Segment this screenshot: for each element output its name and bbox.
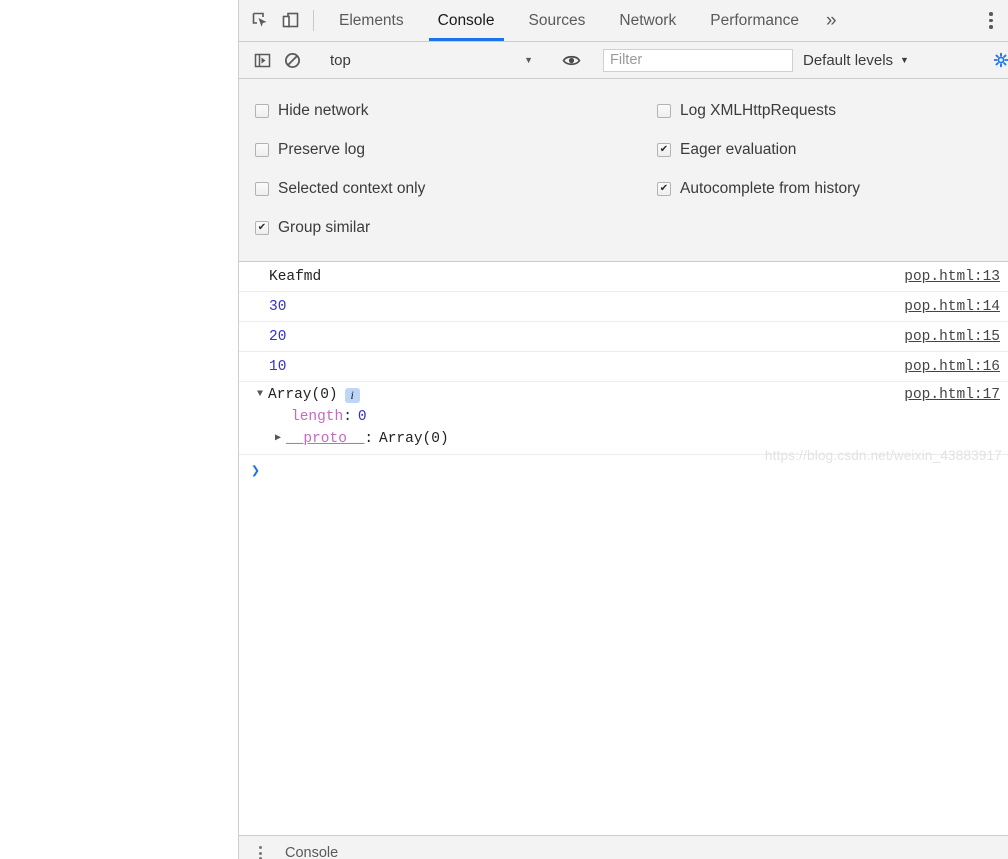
tab-sources-label: Sources (528, 11, 586, 29)
tab-performance[interactable]: Performance (693, 0, 816, 41)
console-settings-pane: Hide network Log XMLHttpRequests Preserv… (239, 79, 1008, 262)
console-object-header: ▼ Array(0) i pop.html:17 (257, 387, 1000, 403)
console-toolbar: top ▼ Default levels ▼ (239, 42, 1008, 79)
tab-performance-label: Performance (710, 11, 799, 29)
drawer-tab-console[interactable]: Console (285, 836, 338, 859)
console-message-row[interactable]: Keafmd pop.html:13 (239, 262, 1008, 292)
console-message-source-link[interactable]: pop.html:15 (892, 329, 1000, 345)
object-property-key: length (291, 409, 344, 425)
live-expression-eye-icon[interactable] (556, 52, 586, 69)
settings-gear-icon[interactable] (994, 51, 1008, 69)
disclosure-triangle-down-icon[interactable]: ▼ (257, 390, 268, 400)
tab-sources[interactable]: Sources (512, 0, 603, 41)
setting-autocomplete-from-history-label: Autocomplete from history (680, 179, 861, 197)
checkbox-preserve-log[interactable] (255, 142, 269, 157)
setting-autocomplete-from-history[interactable]: Autocomplete from history (657, 180, 1008, 198)
devtools-tabstrip: Elements Console Sources Network Perform… (239, 0, 1008, 42)
console-message-list: Keafmd pop.html:13 30 pop.html:14 20 pop… (239, 262, 1008, 835)
checkbox-selected-context-only[interactable] (255, 181, 269, 196)
setting-selected-context-only[interactable]: Selected context only (255, 180, 657, 198)
tabstrip-right-group (957, 0, 1008, 41)
checkbox-hide-network[interactable] (255, 103, 269, 118)
clear-console-icon[interactable] (277, 52, 307, 69)
bottom-drawer: Console (239, 835, 1008, 859)
chevron-down-icon: ▼ (900, 55, 909, 65)
console-message-row[interactable]: 20 pop.html:15 (239, 322, 1008, 352)
console-message-text: 20 (269, 328, 287, 345)
info-badge-icon[interactable]: i (344, 387, 360, 403)
setting-hide-network[interactable]: Hide network (255, 102, 657, 120)
screenshot-root: Elements Console Sources Network Perform… (0, 0, 1008, 859)
console-object-name: Array(0) (268, 387, 338, 403)
console-toolbar-right (977, 42, 1008, 78)
checkbox-log-xmlhttprequests[interactable] (657, 103, 671, 118)
console-message-source-link[interactable]: pop.html:17 (892, 387, 1000, 403)
drawer-more-options-icon[interactable] (249, 836, 271, 859)
setting-eager-evaluation[interactable]: Eager evaluation (657, 141, 1008, 159)
setting-eager-evaluation-label: Eager evaluation (680, 140, 797, 158)
object-property-key: __proto__ (286, 431, 365, 447)
web-page-viewport (0, 0, 238, 859)
panel-tabs: Elements Console Sources Network Perform… (322, 0, 847, 41)
setting-hide-network-label: Hide network (278, 101, 369, 119)
setting-group-similar[interactable]: Group similar (255, 219, 657, 237)
checkbox-eager-evaluation[interactable] (657, 142, 671, 157)
tab-elements[interactable]: Elements (322, 0, 421, 41)
setting-group-similar-label: Group similar (278, 218, 371, 236)
object-property-colon: : (343, 409, 352, 425)
prompt-caret-icon: ❯ (251, 462, 261, 480)
setting-selected-context-only-label: Selected context only (278, 179, 426, 197)
log-levels-label: Default levels (803, 51, 894, 69)
tab-console[interactable]: Console (421, 0, 512, 41)
more-tabs-chevron-icon[interactable]: » (816, 0, 847, 41)
console-sidebar-icon[interactable] (247, 52, 277, 69)
object-property-value: 0 (357, 409, 367, 425)
console-prompt[interactable]: ❯ (239, 455, 1008, 485)
console-object-row[interactable]: ▼ Array(0) i pop.html:17 length : 0 ▶ __… (239, 382, 1008, 455)
device-toolbar-icon[interactable] (275, 0, 305, 41)
log-levels-dropdown[interactable]: Default levels ▼ (803, 52, 909, 69)
filter-input[interactable] (603, 48, 793, 72)
tab-console-label: Console (437, 11, 495, 29)
console-message-text: 10 (269, 358, 287, 375)
console-message-source-link[interactable]: pop.html:13 (892, 269, 1000, 285)
setting-log-xmlhttprequests-label: Log XMLHttpRequests (680, 101, 836, 119)
object-property-value: Array(0) (379, 431, 449, 447)
console-message-source-link[interactable]: pop.html:16 (892, 359, 1000, 375)
object-property-proto[interactable]: ▶ __proto__ : Array(0) (257, 431, 1000, 447)
console-message-row[interactable]: 10 pop.html:16 (239, 352, 1008, 382)
devtools-panel: Elements Console Sources Network Perform… (238, 0, 1008, 859)
tab-elements-label: Elements (339, 11, 404, 29)
object-property-colon: : (364, 431, 374, 447)
inspect-cursor-icon[interactable] (245, 0, 275, 41)
console-message-row[interactable]: 30 pop.html:14 (239, 292, 1008, 322)
tab-network[interactable]: Network (602, 0, 693, 41)
setting-preserve-log[interactable]: Preserve log (255, 141, 657, 159)
console-message-text: 30 (269, 298, 287, 315)
setting-preserve-log-label: Preserve log (278, 140, 366, 158)
more-options-icon[interactable] (974, 0, 1008, 42)
checkbox-autocomplete-from-history[interactable] (657, 181, 671, 196)
disclosure-triangle-right-icon[interactable]: ▶ (275, 434, 286, 444)
tab-network-label: Network (619, 11, 677, 29)
setting-log-xmlhttprequests[interactable]: Log XMLHttpRequests (657, 102, 1008, 120)
console-message-source-link[interactable]: pop.html:14 (892, 299, 1000, 315)
toolbar-divider (313, 10, 314, 31)
execution-context-select[interactable]: top ▼ (324, 47, 539, 73)
chevron-down-icon: ▼ (524, 55, 533, 65)
console-message-text: Keafmd (269, 268, 322, 285)
checkbox-group-similar[interactable] (255, 220, 269, 235)
object-property-length: length : 0 (257, 409, 1000, 425)
execution-context-value: top (330, 51, 351, 69)
